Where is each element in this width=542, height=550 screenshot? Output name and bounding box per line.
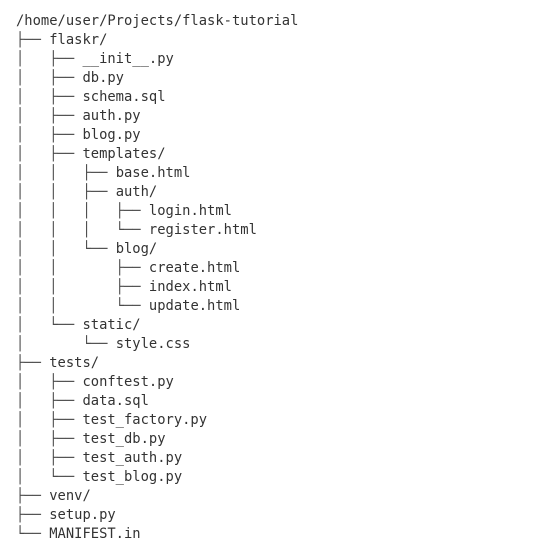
tree-branch-connector: │ ├── [16,89,83,105]
tree-branch-connector: │ │ │ ├── [16,203,149,219]
tree-branch-connector: │ │ │ └── [16,222,149,238]
tree-file-row: │ ├── conftest.py [16,373,298,392]
tree-file-row: │ │ └── update.html [16,297,298,316]
tree-root-row: /home/user/Projects/flask-tutorial [16,12,298,31]
tree-branch-connector: └── [16,526,50,542]
tree-branch-connector: │ │ ├── [16,165,116,181]
file-name: test_auth.py [82,450,183,466]
file-name: blog.py [82,127,141,143]
tree-branch-connector: ├── [16,355,50,371]
tree-branch-connector: │ ├── [16,450,83,466]
tree-file-row: │ │ ├── create.html [16,259,298,278]
tree-file-row: ├── setup.py [16,506,298,525]
tree-branch-connector: │ ├── [16,70,83,86]
tree-file-row: │ ├── __init__.py [16,50,298,69]
tree-file-row: └── MANIFEST.in [16,525,298,544]
tree-branch-connector: │ ├── [16,431,83,447]
file-name: style.css [115,336,191,352]
tree-file-row: │ │ ├── index.html [16,278,298,297]
tree-folder-row: ├── tests/ [16,354,298,373]
folder-name: flaskr/ [49,32,108,48]
tree-branch-connector: │ └── [16,469,83,485]
tree-file-row: │ │ │ ├── login.html [16,202,298,221]
tree-file-row: │ ├── schema.sql [16,88,298,107]
folder-name: static/ [82,317,141,333]
tree-branch-connector: │ │ └── [16,241,116,257]
file-name: index.html [148,279,232,295]
directory-tree: /home/user/Projects/flask-tutorial ├── fl… [16,12,298,544]
file-name: test_factory.py [82,412,208,428]
tree-branch-connector: │ ├── [16,374,83,390]
file-name: update.html [148,298,241,314]
file-name: test_db.py [82,431,166,447]
tree-branch-connector: │ │ ├── [16,184,116,200]
file-name: create.html [148,260,241,276]
file-name: setup.py [49,507,116,523]
tree-branch-connector: │ ├── [16,127,83,143]
tree-branch-connector: │ ├── [16,51,83,67]
tree-file-row: │ ├── test_auth.py [16,449,298,468]
file-name: register.html [148,222,257,238]
tree-branch-connector: │ │ └── [16,298,149,314]
tree-branch-connector: │ ├── [16,393,83,409]
tree-branch-connector: │ └── [16,317,83,333]
tree-branch-connector: │ │ ├── [16,279,149,295]
tree-file-row: │ ├── data.sql [16,392,298,411]
tree-branch-connector: ├── [16,507,50,523]
tree-folder-row: │ │ ├── auth/ [16,183,298,202]
file-name: base.html [115,165,191,181]
tree-folder-row: │ │ └── blog/ [16,240,298,259]
tree-branch-connector: │ ├── [16,108,83,124]
tree-file-row: │ ├── test_factory.py [16,411,298,430]
file-name: MANIFEST.in [49,526,141,542]
file-name: test_blog.py [82,469,183,485]
tree-branch-connector: │ │ ├── [16,260,149,276]
tree-file-row: │ └── test_blog.py [16,468,298,487]
tree-branch-connector: ├── [16,488,50,504]
folder-name: tests/ [49,355,100,371]
tree-file-row: │ └── style.css [16,335,298,354]
folder-name: blog/ [115,241,158,257]
tree-file-row: │ ├── db.py [16,69,298,88]
folder-name: templates/ [82,146,166,162]
tree-file-row: │ ├── test_db.py [16,430,298,449]
file-name: auth.py [82,108,141,124]
file-name: login.html [148,203,232,219]
file-name: db.py [82,70,124,86]
tree-folder-row: │ ├── templates/ [16,145,298,164]
tree-file-row: │ ├── blog.py [16,126,298,145]
tree-folder-row: ├── venv/ [16,487,298,506]
tree-branch-connector: │ ├── [16,146,83,162]
tree-branch-connector: │ ├── [16,412,83,428]
file-name: data.sql [82,393,149,409]
tree-branch-connector: │ └── [16,336,116,352]
tree-folder-row: │ └── static/ [16,316,298,335]
tree-folder-row: ├── flaskr/ [16,31,298,50]
root-path: /home/user/Projects/flask-tutorial [16,13,299,29]
tree-file-row: │ │ ├── base.html [16,164,298,183]
folder-name: auth/ [115,184,158,200]
file-name: conftest.py [82,374,174,390]
tree-branch-connector: ├── [16,32,50,48]
file-name: schema.sql [82,89,166,105]
tree-file-row: │ ├── auth.py [16,107,298,126]
file-name: __init__.py [82,51,174,67]
folder-name: venv/ [49,488,91,504]
tree-file-row: │ │ │ └── register.html [16,221,298,240]
